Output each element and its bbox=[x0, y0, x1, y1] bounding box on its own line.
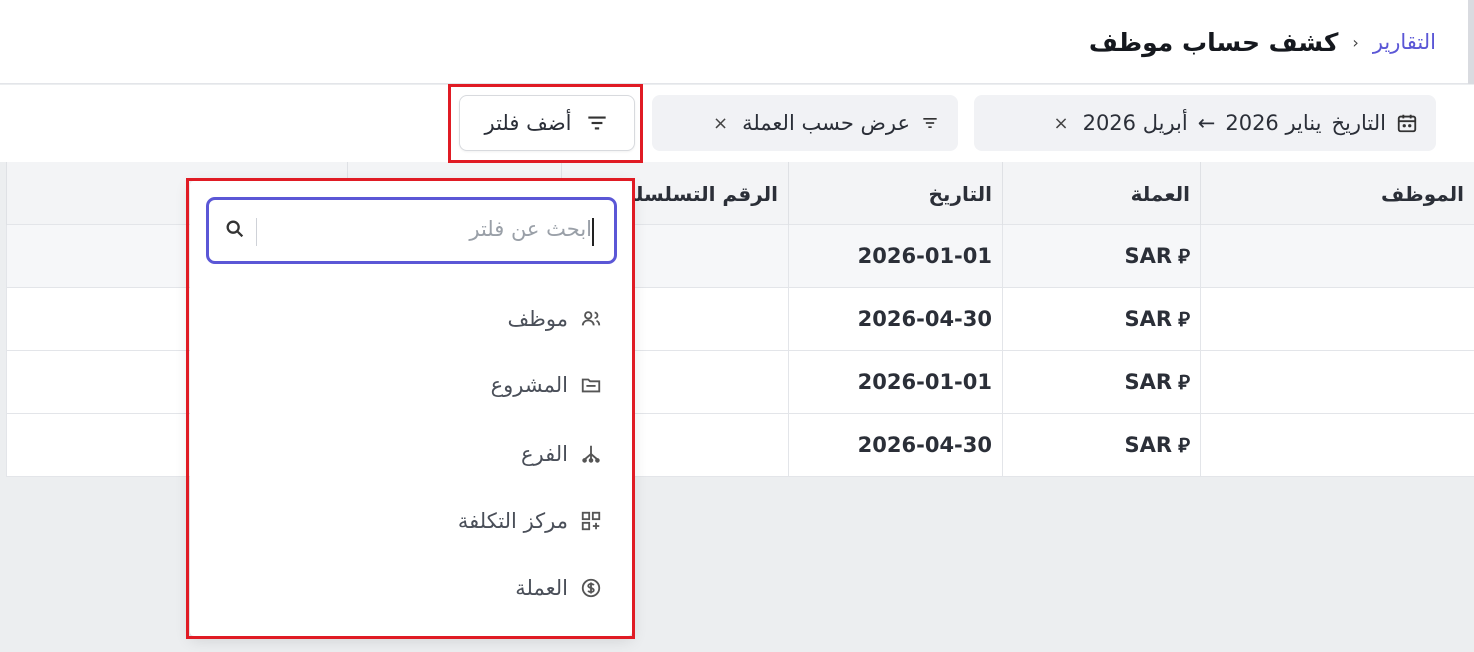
grid-plus-icon bbox=[581, 511, 601, 531]
cell-currency: SAR ⃁ bbox=[1002, 288, 1200, 350]
date-filter-from: يناير 2026 bbox=[1225, 111, 1322, 135]
filter-option-label: العملة bbox=[515, 576, 568, 600]
date-filter-to: أبريل 2026 bbox=[1082, 111, 1188, 135]
breadcrumb: التقارير › كشف حساب موظف bbox=[1089, 24, 1436, 60]
folder-icon bbox=[581, 378, 601, 393]
riyal-symbol-icon: ⃁ bbox=[1178, 244, 1190, 268]
cell-employee bbox=[1200, 414, 1474, 476]
filter-search-input[interactable]: ابحث عن فلتر bbox=[206, 197, 617, 264]
search-divider bbox=[256, 218, 257, 246]
filter-option-label: المشروع bbox=[490, 373, 568, 397]
filter-option-label: موظف bbox=[507, 307, 568, 331]
filter-search-placeholder: ابحث عن فلتر bbox=[469, 217, 592, 241]
cell-currency-code: SAR bbox=[1124, 433, 1173, 457]
filter-bar: التاريخ يناير 2026 ← أبريل 2026 × عرض حس… bbox=[0, 85, 1474, 162]
currency-filter-chip[interactable]: عرض حسب العملة × bbox=[652, 95, 958, 151]
filter-option-currency[interactable]: العملة bbox=[515, 568, 602, 608]
column-header-employee[interactable]: الموظف bbox=[1200, 162, 1474, 225]
cell-currency-code: SAR bbox=[1124, 307, 1173, 331]
user-group-icon bbox=[581, 311, 601, 326]
riyal-symbol-icon: ⃁ bbox=[1178, 433, 1190, 457]
breadcrumb-reports-link[interactable]: التقارير bbox=[1373, 30, 1436, 54]
text-caret bbox=[592, 218, 594, 246]
cell-currency: SAR ⃁ bbox=[1002, 414, 1200, 476]
date-range-arrow: ← bbox=[1197, 111, 1216, 135]
cell-date: 2026-04-30 bbox=[788, 288, 1002, 350]
column-header-date[interactable]: التاريخ bbox=[788, 162, 1002, 225]
filter-lines-icon bbox=[587, 116, 606, 130]
page-title: كشف حساب موظف bbox=[1088, 27, 1339, 57]
date-filter-chip[interactable]: التاريخ يناير 2026 ← أبريل 2026 × bbox=[974, 95, 1436, 151]
calendar-icon bbox=[1397, 114, 1417, 133]
remove-date-filter-button[interactable]: × bbox=[1053, 113, 1068, 134]
breadcrumb-separator: › bbox=[1352, 32, 1359, 52]
add-filter-label: أضف فلتر bbox=[484, 111, 572, 135]
date-filter-label: التاريخ bbox=[1331, 111, 1386, 135]
add-filter-button[interactable]: أضف فلتر bbox=[459, 95, 635, 151]
filter-option-employee[interactable]: موظف bbox=[507, 299, 602, 339]
dollar-circle-icon bbox=[581, 578, 601, 598]
filter-lines-icon bbox=[923, 118, 937, 128]
cell-employee bbox=[1200, 351, 1474, 413]
search-icon bbox=[226, 220, 244, 238]
scrollbar[interactable] bbox=[1468, 0, 1474, 84]
cell-currency: SAR ⃁ bbox=[1002, 225, 1200, 287]
riyal-symbol-icon: ⃁ bbox=[1178, 307, 1190, 331]
currency-filter-label: عرض حسب العملة bbox=[742, 111, 910, 135]
filter-option-cost-center[interactable]: مركز التكلفة bbox=[458, 501, 602, 541]
cell-currency-code: SAR bbox=[1124, 370, 1173, 394]
riyal-symbol-icon: ⃁ bbox=[1178, 370, 1190, 394]
filter-option-project[interactable]: المشروع bbox=[491, 365, 602, 405]
cell-date: 2026-01-01 bbox=[788, 225, 1002, 287]
remove-currency-filter-button[interactable]: × bbox=[713, 113, 728, 134]
add-filter-dropdown: ابحث عن فلتر موظف المشروع الفرع مركز الت… bbox=[190, 181, 632, 636]
filter-option-label: الفرع bbox=[521, 442, 568, 466]
cell-employee bbox=[1200, 288, 1474, 350]
branch-icon bbox=[582, 445, 600, 463]
filter-option-branch[interactable]: الفرع bbox=[521, 434, 602, 474]
cell-currency-code: SAR bbox=[1124, 244, 1173, 268]
cell-employee bbox=[1200, 225, 1474, 287]
page-header: التقارير › كشف حساب موظف bbox=[0, 0, 1474, 84]
column-header-currency[interactable]: العملة bbox=[1002, 162, 1200, 225]
cell-date: 2026-01-01 bbox=[788, 351, 1002, 413]
cell-currency: SAR ⃁ bbox=[1002, 351, 1200, 413]
cell-date: 2026-04-30 bbox=[788, 414, 1002, 476]
filter-option-label: مركز التكلفة bbox=[457, 509, 568, 533]
